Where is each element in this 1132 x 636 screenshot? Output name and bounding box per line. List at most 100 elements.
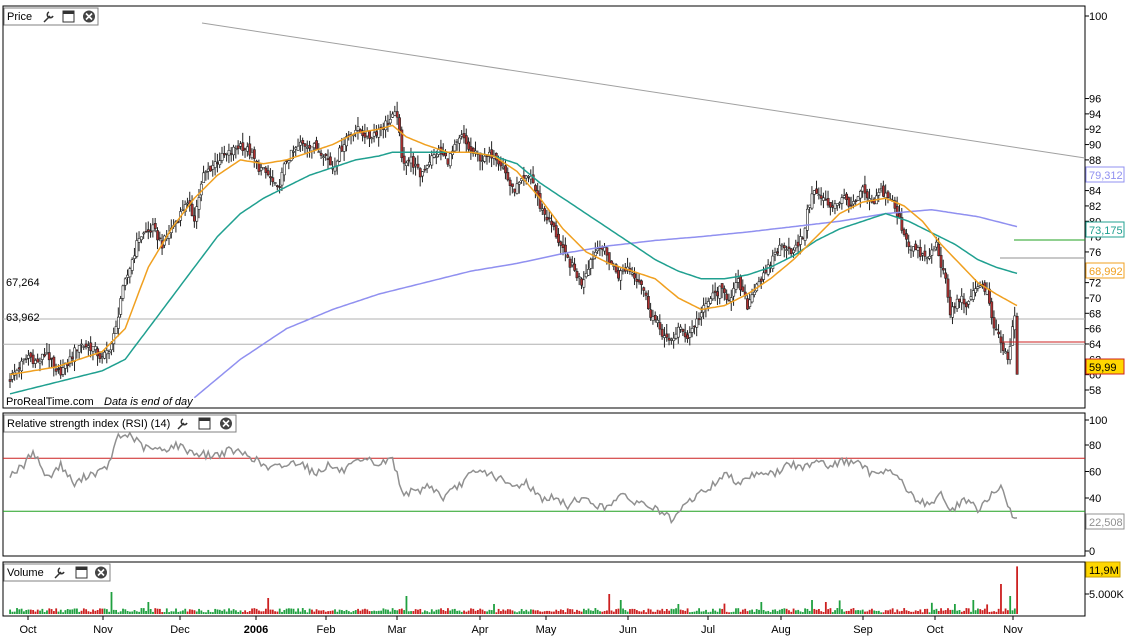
rsi-y-tick-label: 100: [1089, 415, 1107, 427]
close-icon[interactable]: [95, 566, 107, 579]
volume-bar: [753, 611, 756, 614]
candle-body: [670, 339, 673, 341]
volume-bar: [781, 608, 783, 614]
volume-bar: [859, 610, 862, 614]
candle-body: [370, 137, 374, 140]
window-icon[interactable]: [198, 417, 211, 430]
close-icon[interactable]: [83, 10, 95, 23]
candle-body: [796, 241, 800, 247]
volume-bar: [776, 611, 779, 614]
volume-bar: [543, 611, 546, 614]
volume-bar: [62, 612, 64, 614]
candle-body: [77, 345, 81, 353]
candle-body: [31, 354, 35, 365]
volume-y-tick-label: 5.000K: [1089, 589, 1125, 601]
candle-body: [252, 149, 256, 159]
candle-body: [882, 185, 885, 197]
candle-body: [688, 332, 692, 338]
volume-bar: [419, 608, 422, 614]
candle-body: [637, 279, 641, 283]
candle-body: [918, 246, 922, 257]
volume-bar: [479, 608, 482, 614]
candle-body: [250, 151, 254, 159]
candle-body: [202, 172, 206, 183]
volume-bar: [778, 609, 781, 614]
volume-bar: [198, 608, 200, 614]
candle-body: [278, 186, 282, 188]
candle-body: [193, 215, 196, 222]
volume-bar: [769, 612, 772, 614]
volume-bar: [601, 611, 604, 614]
close-icon[interactable]: [220, 417, 232, 430]
volume-bar: [140, 608, 143, 614]
volume-bar: [599, 611, 601, 614]
candle-body: [978, 285, 982, 288]
volume-bar: [617, 608, 620, 614]
candle-body: [153, 223, 157, 229]
volume-bar: [629, 609, 631, 614]
candle-body: [729, 297, 733, 302]
candle-body: [409, 156, 413, 164]
volume-bar: [34, 611, 37, 614]
volume-bar: [36, 609, 39, 614]
candle-body: [423, 168, 427, 171]
volume-bar: [465, 611, 468, 614]
volume-bar: [18, 609, 21, 614]
candle-body: [287, 160, 291, 164]
volume-bar: [345, 609, 348, 614]
volume-bar: [495, 612, 498, 614]
price-panel: [2, 5, 1086, 409]
volume-bar: [283, 610, 286, 614]
volume-bar: [928, 612, 931, 614]
volume-bar: [829, 608, 832, 614]
candle-body: [87, 345, 90, 348]
candle-body: [430, 155, 434, 166]
candle-body: [561, 244, 565, 248]
volume-bar: [301, 608, 304, 614]
volume-bar: [292, 608, 295, 614]
volume-bar: [555, 609, 558, 614]
candle-body: [481, 160, 484, 162]
window-icon[interactable]: [62, 10, 75, 23]
volume-bar: [1004, 608, 1007, 614]
candle-body: [61, 367, 65, 375]
candle-body: [923, 250, 927, 257]
candle-body: [229, 153, 233, 155]
volume-bar: [329, 610, 332, 614]
volume-bar: [951, 609, 954, 614]
candle-body: [856, 196, 860, 201]
candle-body: [59, 366, 63, 376]
volume-bar: [735, 608, 737, 614]
volume-bar: [117, 612, 120, 614]
candle-body: [644, 292, 648, 296]
volume-bar: [214, 608, 217, 614]
candle-body: [462, 133, 466, 139]
volume-bar: [993, 611, 995, 614]
volume-bar: [288, 608, 290, 614]
window-icon[interactable]: [75, 566, 88, 579]
candle-body: [386, 122, 390, 125]
volume-bar: [635, 610, 638, 614]
volume-bar: [838, 600, 841, 614]
volume-bar: [569, 609, 571, 614]
volume-bar: [239, 610, 242, 614]
volume-bar: [933, 609, 936, 614]
volume-bar: [557, 610, 560, 614]
volume-bar: [642, 610, 645, 614]
candle-body: [444, 152, 448, 157]
volume-bar: [366, 609, 369, 614]
volume-bar: [907, 611, 910, 614]
volume-bar: [675, 608, 677, 614]
volume-bar: [55, 608, 58, 614]
volume-bar: [209, 611, 212, 614]
candle-body: [660, 328, 664, 337]
candle-body: [140, 236, 143, 241]
candle-body: [711, 292, 715, 300]
price-y-tick-label: 90: [1089, 140, 1101, 152]
volume-bar: [739, 611, 742, 614]
candle-body: [146, 229, 150, 232]
volume-bar: [631, 608, 634, 614]
volume-bar: [640, 611, 643, 614]
candle-body: [75, 349, 79, 352]
candle-body: [455, 141, 459, 143]
